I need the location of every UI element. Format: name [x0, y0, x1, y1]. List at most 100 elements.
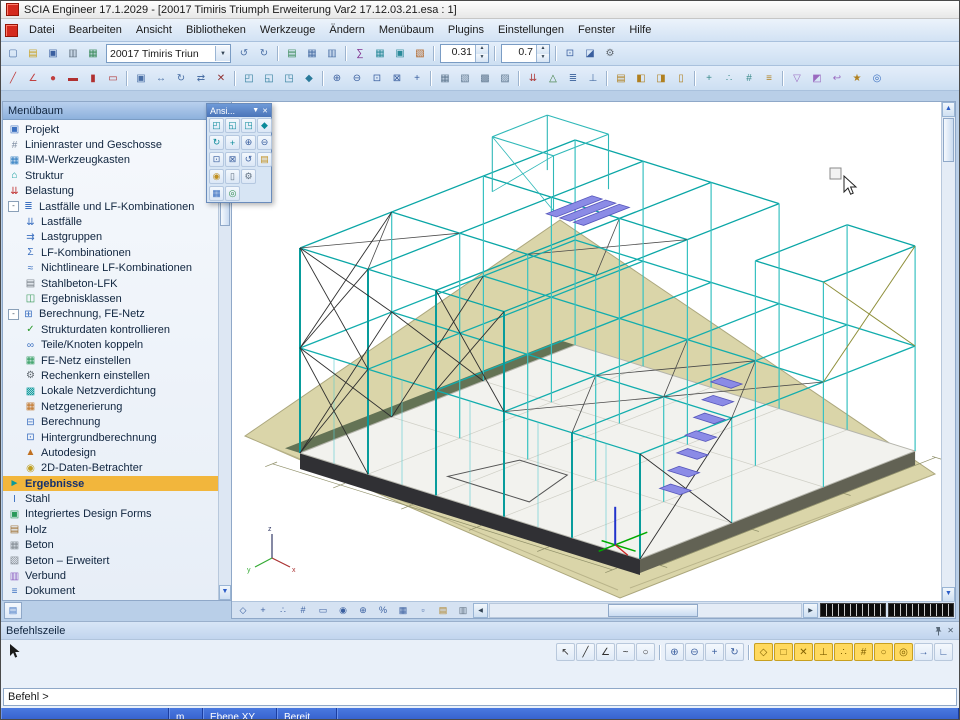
menu-plugins[interactable]: Plugins: [441, 21, 491, 39]
tree-item-hintergrundberechnung[interactable]: ⊡Hintergrundberechnung: [3, 430, 219, 445]
tree-item-lastf-lle-und-lf-kombinationen[interactable]: -≣Lastfälle und LF-Kombinationen: [3, 199, 219, 214]
activity-selection-icon[interactable]: ◧: [631, 69, 651, 87]
snap-midpoint-icon[interactable]: ◇: [754, 643, 773, 661]
scale-value-2[interactable]: 0.7: [502, 45, 536, 62]
pan-view-icon[interactable]: +: [407, 69, 427, 87]
pan-view-icon[interactable]: +: [705, 643, 724, 661]
scroll-up-button[interactable]: ▲: [942, 102, 955, 117]
node-draw-icon[interactable]: ●: [43, 69, 63, 87]
tree-item-beton[interactable]: ▦Beton: [3, 538, 219, 553]
beam-draw-icon[interactable]: ▬: [63, 69, 83, 87]
project-data-icon[interactable]: ▦: [83, 45, 103, 63]
snap-tangent-icon[interactable]: ○: [874, 643, 893, 661]
pin-icon[interactable]: [934, 626, 943, 636]
settings-icon[interactable]: ⚙: [600, 45, 620, 63]
menu-werkzeuge[interactable]: Werkzeuge: [253, 21, 322, 39]
shaded-mode-icon[interactable]: ▩: [475, 69, 495, 87]
snap-orthogonal-icon[interactable]: ⊥: [814, 643, 833, 661]
zoom-out-palette-icon[interactable]: ⊖: [257, 135, 272, 150]
tree-expander-icon[interactable]: -: [8, 201, 19, 212]
viewport-horizontal-scrollbar[interactable]: [489, 603, 802, 618]
view-top-palette-icon[interactable]: ◰: [209, 118, 224, 133]
tree-item-ergebnisklassen[interactable]: ◫Ergebnisklassen: [3, 291, 219, 306]
viewport-vertical-scrollbar[interactable]: ▲ ▼: [941, 102, 955, 602]
cursor-snap-icon[interactable]: +: [253, 602, 273, 618]
select-by-property-icon[interactable]: ◩: [807, 69, 827, 87]
wireframe-mode-icon[interactable]: ▦: [435, 69, 455, 87]
column-draw-icon[interactable]: ▮: [83, 69, 103, 87]
combo-dropdown-arrow[interactable]: ▼: [215, 46, 230, 61]
visibility-toggle-icon[interactable]: ◎: [867, 69, 887, 87]
scale-spin-1[interactable]: ▲▼: [475, 45, 488, 62]
scale-spin-2[interactable]: ▲▼: [536, 45, 549, 62]
tree-expander-icon[interactable]: -: [8, 309, 19, 320]
tree-item-rechenkern-einstellen[interactable]: ⚙Rechenkern einstellen: [3, 368, 219, 383]
menu-einstellungen[interactable]: Einstellungen: [491, 21, 571, 39]
cursor-step-icon[interactable]: →: [914, 643, 933, 661]
menu-hilfe[interactable]: Hilfe: [622, 21, 658, 39]
layer-colors-icon[interactable]: ▤: [433, 602, 453, 618]
zoom-in-palette-icon[interactable]: ⊕: [241, 135, 256, 150]
tree-item-berechnung-fe-netz[interactable]: -⊞Berechnung, FE-Netz: [3, 307, 219, 322]
scroll-left-button[interactable]: ◀: [473, 603, 488, 618]
view-point-icon[interactable]: ◉: [333, 602, 353, 618]
tree-item-holz[interactable]: ▤Holz: [3, 522, 219, 537]
perspective-view-palette-icon[interactable]: ◎: [225, 186, 240, 201]
view-right-palette-icon[interactable]: ◳: [241, 118, 256, 133]
show-loads-icon[interactable]: ⇊: [523, 69, 543, 87]
scale-value-1[interactable]: 0.31: [441, 45, 475, 62]
menu-datei[interactable]: Datei: [22, 21, 62, 39]
scroll-down-button[interactable]: ▼: [942, 587, 955, 602]
calculator-icon[interactable]: ∑: [350, 45, 370, 63]
snap-intersection-icon[interactable]: ✕: [794, 643, 813, 661]
snap-grid-icon[interactable]: ∴: [834, 643, 853, 661]
zoom-selection-icon[interactable]: ⊡: [560, 45, 580, 63]
tree-item-projekt[interactable]: ▣Projekt: [3, 122, 219, 137]
scale-stepper-1[interactable]: 0.31 ▲▼: [440, 44, 489, 63]
shrink-elements-icon[interactable]: ▫: [413, 602, 433, 618]
tree-item-bim-werkzeugkasten[interactable]: ▦BIM-Werkzeugkasten: [3, 153, 219, 168]
tree-scroll-down-button[interactable]: ▼: [219, 585, 231, 600]
scale-stepper-2[interactable]: 0.7 ▲▼: [501, 44, 550, 63]
engineering-report-icon[interactable]: ▧: [410, 45, 430, 63]
object-snap-icon[interactable]: ◇: [233, 602, 253, 618]
named-views-icon[interactable]: ◪: [580, 45, 600, 63]
circle-tool-icon[interactable]: ○: [636, 643, 655, 661]
tree-item-dokument[interactable]: ≡Dokument: [3, 584, 219, 599]
delete-icon[interactable]: ✕: [211, 69, 231, 87]
zoom-out-icon[interactable]: ⊖: [685, 643, 704, 661]
tree-item-linienraster-und-geschosse[interactable]: #Linienraster und Geschosse: [3, 137, 219, 152]
tree-item-lastf-lle[interactable]: ⇊Lastfälle: [3, 214, 219, 229]
view-settings-palette-icon[interactable]: ⚙: [241, 169, 256, 184]
move-icon[interactable]: ↔: [151, 69, 171, 87]
tree-item-fe-netz-einstellen[interactable]: ▦FE-Netz einstellen: [3, 353, 219, 368]
view-axonometric-palette-icon[interactable]: ◆: [257, 118, 272, 133]
tree-item-autodesign[interactable]: ▲Autodesign: [3, 445, 219, 460]
redo-icon[interactable]: ↻: [254, 45, 274, 63]
zoom-window-palette-icon[interactable]: ⊡: [209, 152, 224, 167]
hidden-line-mode-icon[interactable]: ▧: [455, 69, 475, 87]
fast-draw-icon[interactable]: ▦: [393, 602, 413, 618]
copy-icon[interactable]: ▣: [131, 69, 151, 87]
viewport-3d[interactable]: zxy ▲ ▼ ◇+∴#▭◉⊕%▦▫▤▥ ◀ ▶: [231, 101, 956, 619]
view-top-icon[interactable]: ◰: [239, 69, 259, 87]
save-project-icon[interactable]: ▣: [43, 45, 63, 63]
tree-item-netzgenerierung[interactable]: ▦Netzgenerierung: [3, 399, 219, 414]
show-supports-icon[interactable]: △: [543, 69, 563, 87]
tree-item-teile-knoten-koppeln[interactable]: ∞Teile/Knoten koppeln: [3, 337, 219, 352]
menu-ndern[interactable]: Ändern: [322, 21, 371, 39]
tree-item-struktur[interactable]: ⌂Struktur: [3, 168, 219, 183]
palette-close-icon[interactable]: ✕: [262, 107, 268, 115]
zoom-all-icon[interactable]: ⊠: [387, 69, 407, 87]
symbol-scale-icon[interactable]: %: [373, 602, 393, 618]
filter-tool-icon[interactable]: ▽: [787, 69, 807, 87]
zoom-in-icon[interactable]: ⊕: [327, 69, 347, 87]
transparent-mode-icon[interactable]: ▨: [495, 69, 515, 87]
pan-view-palette-icon[interactable]: +: [225, 135, 240, 150]
arc-tool-icon[interactable]: ~: [616, 643, 635, 661]
show-labels-icon[interactable]: ≣: [563, 69, 583, 87]
rotate-view-palette-icon[interactable]: ↻: [209, 135, 224, 150]
open-project-icon[interactable]: ▤: [23, 45, 43, 63]
tree-item-belastung[interactable]: ⇊Belastung: [3, 184, 219, 199]
new-project-icon[interactable]: ▢: [3, 45, 23, 63]
